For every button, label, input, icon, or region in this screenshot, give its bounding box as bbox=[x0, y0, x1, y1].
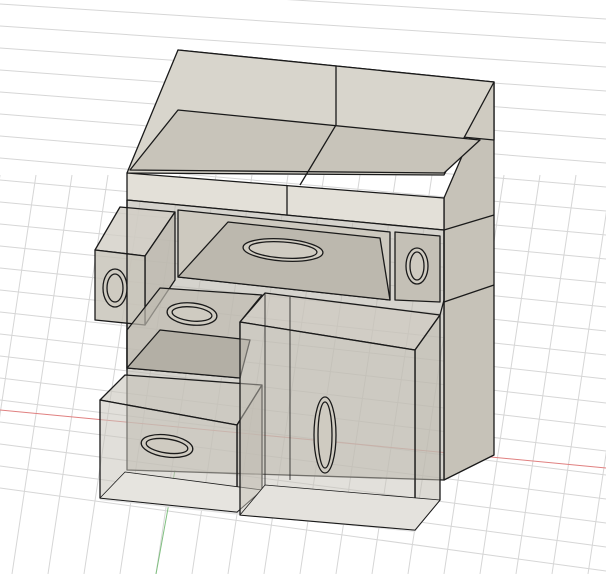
right-drawer-handle[interactable] bbox=[405, 247, 429, 285]
big-door-handle[interactable] bbox=[313, 396, 337, 474]
grid-line bbox=[0, 25, 606, 68]
grid-line bbox=[11, 174, 73, 574]
grid-line bbox=[47, 174, 109, 574]
grid-line bbox=[0, 174, 37, 418]
3d-scene bbox=[0, 0, 606, 574]
cad-viewport[interactable] bbox=[0, 0, 606, 574]
cabinet-model[interactable] bbox=[94, 49, 495, 532]
grid-line bbox=[0, 3, 606, 44]
grid-line bbox=[551, 211, 606, 574]
big-box-side bbox=[414, 314, 441, 531]
